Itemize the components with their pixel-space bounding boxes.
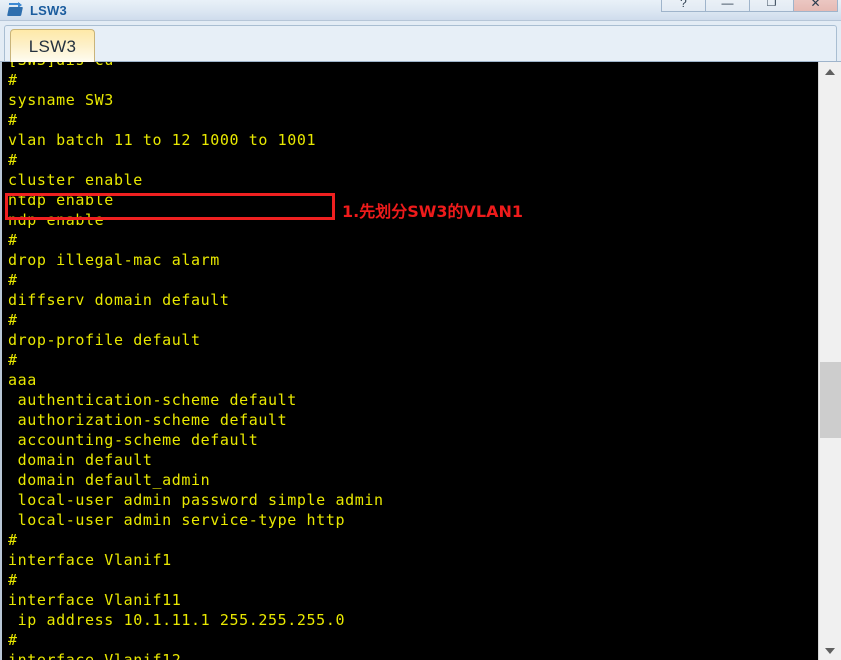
title-bar[interactable]: LSW3 ? — ❐ ✕ bbox=[0, 0, 841, 21]
tab-lsw3[interactable]: LSW3 bbox=[10, 29, 95, 63]
terminal-line: interface Vlanif11 bbox=[8, 591, 182, 609]
window-title: LSW3 bbox=[30, 3, 67, 18]
terminal-line: local-user admin service-type http bbox=[8, 511, 346, 529]
console-area: [SW3]dis cu#sysname SW3#vlan batch 11 to… bbox=[0, 62, 841, 660]
switch-icon bbox=[7, 2, 24, 18]
tab-strip: LSW3 bbox=[0, 21, 841, 63]
terminal-line: domain default_admin bbox=[8, 471, 211, 489]
terminal-output[interactable]: [SW3]dis cu#sysname SW3#vlan batch 11 to… bbox=[2, 62, 818, 660]
terminal-line: cluster enable bbox=[8, 171, 143, 189]
scrollbar-thumb[interactable] bbox=[820, 362, 841, 438]
terminal-line: sysname SW3 bbox=[8, 91, 114, 109]
terminal-line: # bbox=[8, 351, 18, 369]
close-button[interactable]: ✕ bbox=[793, 0, 838, 12]
window-controls: ? — ❐ ✕ bbox=[661, 0, 838, 12]
scroll-down-button[interactable] bbox=[819, 641, 841, 660]
chevron-down-icon bbox=[825, 647, 835, 654]
terminal-line: [SW3]dis cu bbox=[8, 62, 384, 70]
terminal-line: # bbox=[8, 271, 18, 289]
annotation-note-1: 1.先划分SW3的VLAN1 bbox=[342, 202, 524, 221]
terminal-line: # bbox=[8, 151, 18, 169]
terminal-line: drop-profile default bbox=[8, 331, 201, 349]
terminal-line: # bbox=[8, 71, 18, 89]
tab-strip-inner: LSW3 bbox=[4, 25, 837, 63]
lsw3-cli-window: LSW3 ? — ❐ ✕ LSW3 [SW3]dis cu#sysn bbox=[0, 0, 841, 660]
terminal-line: # bbox=[8, 311, 18, 329]
terminal-line: vlan batch 11 to 12 1000 to 1001 bbox=[8, 131, 317, 149]
terminal-line: ntdp enable bbox=[8, 191, 114, 209]
tab-lsw3-label: LSW3 bbox=[28, 36, 77, 56]
title-bar-left: LSW3 bbox=[7, 0, 67, 21]
terminal-line: authorization-scheme default bbox=[8, 411, 288, 429]
terminal-line: interface Vlanif1 bbox=[8, 551, 172, 569]
terminal-line: authentication-scheme default bbox=[8, 391, 297, 409]
terminal-line: interface Vlanif12 bbox=[8, 651, 182, 660]
terminal-line: # bbox=[8, 231, 18, 249]
terminal-line-list: [SW3]dis cu#sysname SW3#vlan batch 11 to… bbox=[8, 62, 384, 660]
terminal-line: local-user admin password simple admin bbox=[8, 491, 384, 509]
terminal-line: diffserv domain default bbox=[8, 291, 230, 309]
terminal-line: # bbox=[8, 531, 18, 549]
vertical-scrollbar[interactable] bbox=[818, 62, 841, 660]
terminal-line: # bbox=[8, 631, 18, 649]
terminal-line: # bbox=[8, 111, 18, 129]
terminal-line: # bbox=[8, 571, 18, 589]
scroll-up-button[interactable] bbox=[819, 62, 841, 81]
restore-button[interactable]: ❐ bbox=[749, 0, 794, 12]
chevron-up-icon bbox=[825, 68, 835, 75]
terminal-line: drop illegal-mac alarm bbox=[8, 251, 220, 269]
terminal-line: accounting-scheme default bbox=[8, 431, 259, 449]
terminal-line: aaa bbox=[8, 371, 37, 389]
terminal-line: ndp enable bbox=[8, 211, 105, 229]
terminal-line: ip address 10.1.11.1 255.255.255.0 bbox=[8, 611, 346, 629]
minimize-button[interactable]: — bbox=[705, 0, 750, 12]
help-button[interactable]: ? bbox=[661, 0, 706, 12]
terminal-line: domain default bbox=[8, 451, 153, 469]
